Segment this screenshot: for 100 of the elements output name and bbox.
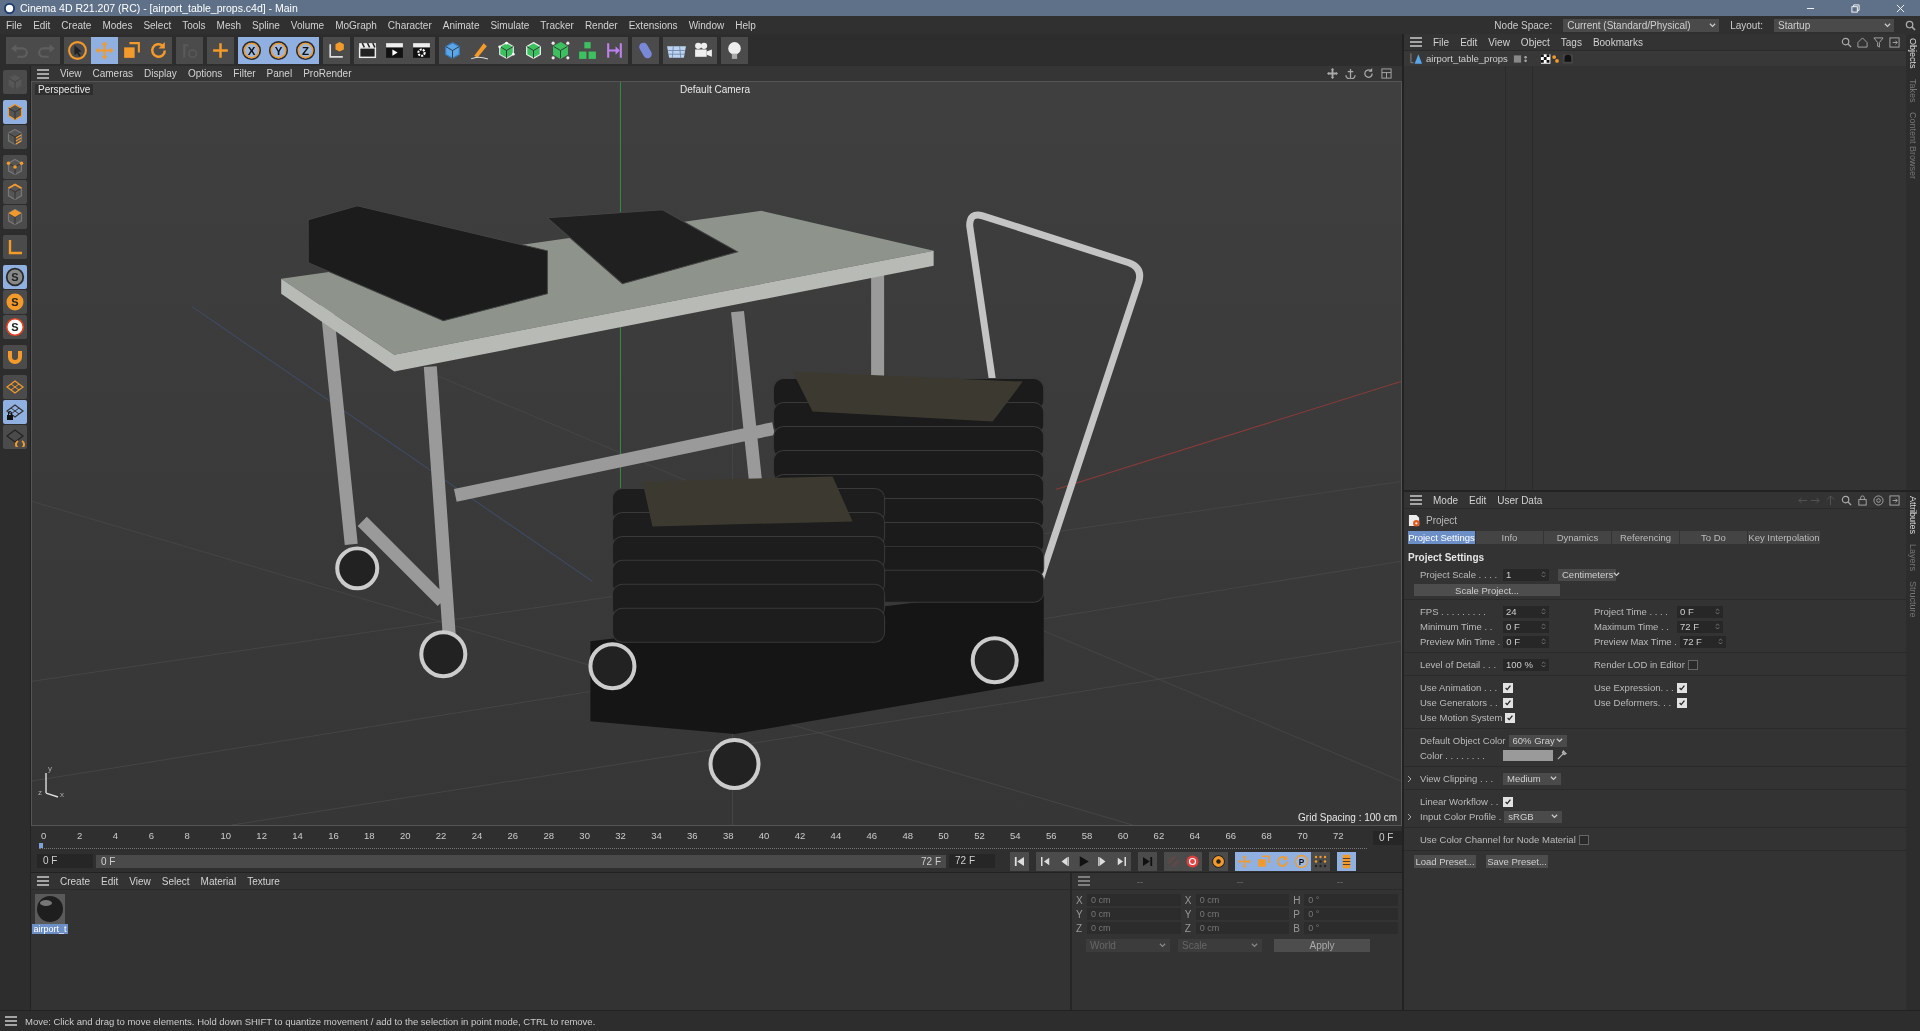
menu-item[interactable]: Edit [33,19,51,31]
menu-item[interactable]: Tags [1560,36,1582,48]
camera-label[interactable]: Default Camera [680,84,751,95]
search-icon[interactable] [1905,19,1916,31]
range-slider[interactable]: 0 F 72 F [96,854,946,868]
current-frame-field[interactable]: 0 F [1372,831,1402,845]
menu-item[interactable]: Simulate [490,19,530,31]
menu-item[interactable]: Animate [442,19,480,31]
polygons-mode-button[interactable] [3,205,27,229]
scale-project-button[interactable]: Scale Project... [1414,584,1560,596]
attribute-tab[interactable]: Dynamics [1544,531,1611,544]
points-mode-button[interactable] [3,155,27,179]
menu-icon[interactable] [1410,37,1422,47]
parameter-key-button[interactable]: P [1292,851,1311,871]
menu-item[interactable]: Edit [1460,36,1478,48]
axis-mode-button[interactable] [3,235,27,259]
anchor-icon[interactable] [1345,68,1356,79]
menu-item[interactable]: Select [161,875,190,887]
coordinate-field[interactable]: 0 cm [1195,894,1290,906]
menu-item[interactable]: Volume [290,19,325,31]
node-space-dropdown[interactable]: Current (Standard/Physical) [1563,18,1720,32]
number-field[interactable]: 0 F [1677,605,1723,618]
light-bulb-tool-button[interactable] [721,36,748,64]
rotate-view-icon[interactable] [1363,68,1374,79]
menu-item[interactable]: Character [387,19,432,31]
coordinate-field[interactable]: 0 cm [1195,922,1290,934]
snap-button[interactable]: S [3,290,27,314]
checkbox[interactable] [1578,834,1589,845]
search-icon[interactable] [1841,494,1852,506]
coordinate-field[interactable]: 0 ° [1304,894,1398,906]
coordinate-field[interactable]: 0 cm [1087,922,1181,934]
attribute-tab[interactable]: Info [1476,531,1543,544]
coordinate-field[interactable]: 0 ° [1304,922,1398,934]
plus-tool-button[interactable] [207,36,234,64]
menu-icon[interactable] [37,876,49,886]
menu-item[interactable]: Filter [233,68,256,79]
coordinate-field[interactable]: 0 cm [1087,894,1181,906]
menu-item[interactable]: Object [1520,36,1550,48]
cube-outline-button[interactable] [3,100,27,124]
menu-icon[interactable] [5,1016,17,1026]
menu-item[interactable]: Texture [247,875,280,887]
menu-item[interactable]: Tools [182,19,206,31]
menu-item[interactable]: Help [735,19,756,31]
grid-sync-button[interactable] [3,425,27,449]
menu-item[interactable]: Mesh [216,19,241,31]
side-tab[interactable]: Objects [1908,38,1918,69]
new-window-icon[interactable] [1889,36,1900,48]
menu-item[interactable]: Options [187,68,223,79]
dropdown[interactable]: sRGB [1504,810,1563,823]
move-tool-button[interactable] [91,36,118,64]
striped-cube-button[interactable] [3,125,27,149]
start-frame-field[interactable]: 0 F [37,854,93,868]
number-field[interactable]: 0 F [1503,635,1550,648]
menu-icon[interactable] [1410,495,1422,505]
magnet-button[interactable] [3,345,27,369]
material-sphere-icon[interactable] [35,894,65,924]
layout-toggle-icon[interactable] [1381,68,1392,79]
color-swatch[interactable] [1503,750,1553,761]
workplane-grid-button[interactable] [3,375,27,399]
edges-mode-button[interactable] [3,180,27,204]
menu-item[interactable]: Bookmarks [1592,36,1643,48]
new-window-icon[interactable] [1889,494,1900,506]
menu-item[interactable]: ProRender [303,68,352,79]
number-field[interactable]: 72 F [1677,620,1723,633]
number-field[interactable]: 0 F [1503,620,1549,633]
coordinate-system-tool-button[interactable] [323,36,350,64]
menu-icon[interactable] [1078,876,1090,886]
menu-item[interactable]: Render [584,19,618,31]
menu-item[interactable]: Cameras [92,68,134,79]
coordinate-field[interactable]: 0 cm [1195,908,1290,920]
preset-button[interactable]: Load Preset... [1414,855,1476,868]
film-strip-button[interactable] [1337,851,1356,871]
layout-dropdown[interactable]: Startup [1774,18,1894,32]
material-tags-icon[interactable] [1540,52,1574,65]
home-icon[interactable] [1857,36,1868,48]
eyedropper-icon[interactable] [1556,750,1567,761]
attribute-tab[interactable]: To Do [1680,531,1747,544]
menu-item[interactable]: Select [143,19,172,31]
tag-tool-button[interactable] [632,36,659,64]
coordinate-field[interactable]: 0 ° [1304,908,1398,920]
attribute-tab[interactable]: Key Interpolation [1748,531,1820,544]
filter-icon[interactable] [1873,36,1884,48]
menu-item[interactable]: MoGraph [335,19,377,31]
menu-item[interactable]: Window [688,19,725,31]
dropdown[interactable]: Medium [1503,772,1561,785]
side-tab[interactable]: Attributes [1908,496,1918,535]
snap-button[interactable]: S [3,265,27,289]
attribute-tab[interactable]: Referencing [1612,531,1679,544]
menu-item[interactable]: File [1433,36,1450,48]
menu-item[interactable]: View [129,875,151,887]
apply-button[interactable]: Apply [1274,939,1370,952]
menu-item[interactable]: Material [200,875,237,887]
preset-button[interactable]: Save Preset... [1486,855,1548,868]
object-name[interactable]: airport_table_props [1426,53,1510,64]
viewport[interactable]: Perspective Default Camera Grid Spacing : 100 cm y z x [31,81,1402,826]
menu-item[interactable]: Edit [1469,494,1487,506]
menu-item[interactable]: Display [144,68,177,79]
menu-item[interactable]: View [1488,36,1510,48]
coordinate-field[interactable]: 0 cm [1087,908,1181,920]
menu-item[interactable]: User Data [1497,494,1543,506]
